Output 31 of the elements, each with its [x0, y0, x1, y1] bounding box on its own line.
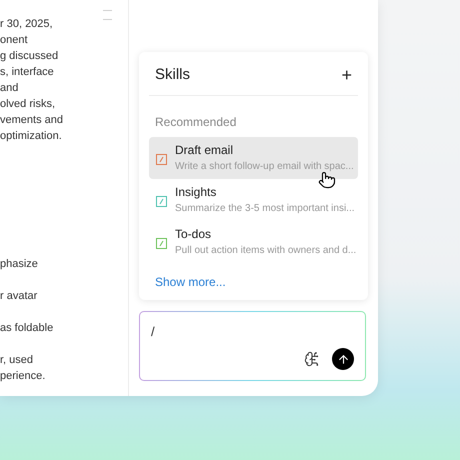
input-box[interactable]: /: [139, 311, 366, 381]
input-text: /: [151, 323, 155, 341]
pointer-cursor-icon: [318, 170, 336, 188]
panel-title: Skills: [155, 65, 190, 85]
document-text: r, used: [0, 353, 34, 368]
document-text: perience.: [0, 369, 46, 384]
skill-description: Write a short follow-up email with spac...: [175, 160, 354, 174]
document-text: olved risks,: [0, 97, 56, 112]
send-button[interactable]: [332, 348, 354, 370]
skill-name: Insights: [175, 184, 218, 201]
document-text: phasize: [0, 257, 38, 272]
document-text: as foldable: [0, 321, 54, 336]
brain-icon[interactable]: [304, 351, 320, 367]
document-text: g discussed: [0, 49, 58, 64]
skill-item[interactable]: To-dos Pull out action items with owners and d...: [149, 220, 358, 262]
section-label: Recommended: [154, 114, 238, 130]
show-more-link[interactable]: Show more...: [149, 272, 232, 290]
skill-name: Draft email: [175, 142, 234, 159]
document-text: onent: [0, 33, 28, 48]
document-text: and: [0, 81, 18, 96]
skill-description: Pull out action items with owners and d...: [175, 244, 356, 258]
document-text: vements and: [0, 113, 63, 128]
skill-item[interactable]: Insights Summarize the 3-5 most important insi...: [149, 178, 358, 220]
skill-description: Summarize the 3-5 most important insi...: [175, 202, 355, 216]
document-text: s, interface: [0, 65, 54, 80]
skill-name: To-dos: [175, 226, 212, 243]
document-text: r avatar: [0, 289, 38, 304]
arrow-up-icon: [336, 352, 350, 366]
document-text: optimization.: [0, 129, 62, 144]
add-button[interactable]: +: [341, 66, 352, 84]
document-text: r 30, 2025,: [0, 17, 53, 32]
